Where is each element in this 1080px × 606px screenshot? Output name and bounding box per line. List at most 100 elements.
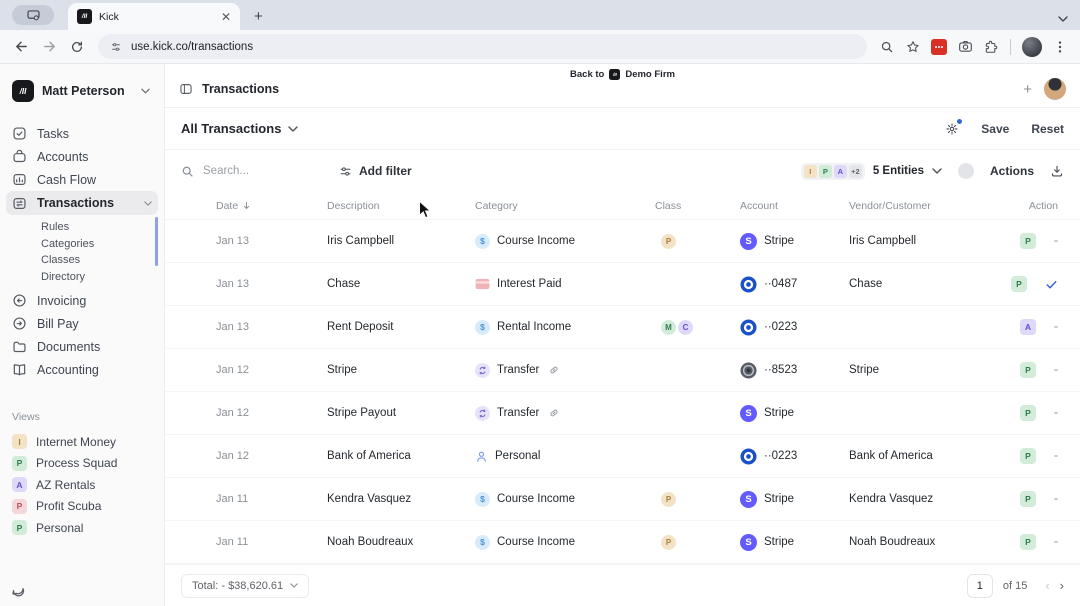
zoom-icon[interactable] [875,35,899,59]
settings-gear-button[interactable] [945,122,959,136]
sidebar-toggle-icon[interactable] [179,82,193,96]
forward-button[interactable] [36,34,62,60]
column-header-account[interactable]: Account [740,200,849,212]
page-number-input[interactable]: 1 [967,574,993,598]
table-row[interactable]: Jan 13 Iris Campbell $ Course Income P S… [165,220,1080,263]
cell-category[interactable]: $ Course Income [475,234,655,249]
table-row[interactable]: Jan 12 Bank of America Personal ··0223 B… [165,435,1080,478]
transactions-view-selector[interactable]: All Transactions [181,121,298,136]
action-entity-badge[interactable]: A [1020,319,1036,335]
cell-vendor[interactable]: Stripe [849,364,978,376]
column-header-class[interactable]: Class [655,200,740,212]
cell-description[interactable]: Bank of America [327,450,475,462]
table-row[interactable]: Jan 11 Kendra Vasquez $ Course Income P … [165,478,1080,521]
cell-description[interactable]: Chase [327,278,475,290]
sidebar-subitem-classes[interactable]: Classes [0,252,164,269]
sidebar-item-invoicing[interactable]: Invoicing [0,289,164,312]
cell-vendor[interactable]: Iris Campbell [849,235,978,247]
sidebar-subitem-rules[interactable]: Rules [0,219,164,236]
save-button[interactable]: Save [981,122,1009,136]
download-export-icon[interactable] [1050,164,1064,178]
bookmark-star-icon[interactable] [901,35,925,59]
cell-description[interactable]: Stripe [327,364,475,376]
assignee-placeholder-circle[interactable] [958,163,974,179]
cell-class[interactable]: P [655,535,740,550]
previous-page-button[interactable]: ‹ [1045,579,1049,592]
reload-button[interactable] [64,34,90,60]
url-bar[interactable]: use.kick.co/transactions [98,34,867,59]
sidebar-view-personal[interactable]: P Personal [0,517,164,539]
browser-profile-avatar[interactable] [1022,37,1042,57]
cell-description[interactable]: Stripe Payout [327,407,475,419]
table-row[interactable]: Jan 13 Rent Deposit $ Rental Income M C … [165,306,1080,349]
table-row[interactable]: Jan 13 Chase Interest Paid ··0487 Chase … [165,263,1080,306]
table-row[interactable]: Jan 11 Noah Boudreaux $ Course Income P … [165,521,1080,564]
action-entity-badge[interactable]: P [1020,448,1036,464]
action-entity-badge[interactable]: P [1020,534,1036,550]
sidebar-view-profit-scuba[interactable]: P Profit Scuba [0,496,164,518]
search-box[interactable] [181,164,311,178]
action-entity-badge[interactable]: P [1020,405,1036,421]
next-page-button[interactable]: › [1060,579,1064,592]
sidebar-scrollbar-thumb[interactable] [155,217,158,266]
column-header-description[interactable]: Description [327,200,475,212]
cell-vendor[interactable]: Noah Boudreaux [849,536,978,548]
sidebar-view-az-rentals[interactable]: A AZ Rentals [0,474,164,496]
cell-description[interactable]: Rent Deposit [327,321,475,333]
cell-description[interactable]: Noah Boudreaux [327,536,475,548]
cell-category[interactable]: $ Course Income [475,535,655,550]
cell-description[interactable]: Iris Campbell [327,235,475,247]
browser-menu-kebab-icon[interactable] [1048,35,1072,59]
sidebar-item-tasks[interactable]: Tasks [0,122,164,145]
extensions-puzzle-icon[interactable] [979,35,1003,59]
cell-category[interactable]: Interest Paid [475,278,655,290]
cell-category[interactable]: Personal [475,450,655,463]
action-entity-badge[interactable]: P [1020,233,1036,249]
sidebar-item-documents[interactable]: Documents [0,335,164,358]
column-header-vendor[interactable]: Vendor/Customer [849,200,978,212]
column-header-date[interactable]: Date [216,200,327,212]
cell-vendor[interactable]: Kendra Vasquez [849,493,978,505]
sidebar-view-process-squad[interactable]: P Process Squad [0,453,164,475]
cell-class[interactable]: M C [655,320,740,335]
cell-vendor[interactable]: Bank of America [849,450,978,462]
actions-button[interactable]: Actions [990,164,1034,178]
sidebar-item-accounts[interactable]: Accounts [0,145,164,168]
cell-category[interactable]: Transfer [475,363,655,378]
cell-account[interactable]: ··8523 [740,362,849,379]
search-input[interactable] [201,164,296,178]
back-button[interactable] [8,34,34,60]
cell-category[interactable]: Transfer [475,406,655,421]
camera-icon[interactable] [953,35,977,59]
sidebar-item-cash-flow[interactable]: Cash Flow [0,168,164,191]
reset-button[interactable]: Reset [1031,122,1064,136]
column-header-action[interactable]: Action [978,200,1058,212]
add-button[interactable]: + [1023,82,1032,97]
tab-close-icon[interactable]: ✕ [221,11,231,23]
browser-tab-active[interactable]: /II Kick ✕ [68,3,240,30]
sidebar-item-bill-pay[interactable]: Bill Pay [0,312,164,335]
cell-account[interactable]: ··0223 [740,319,849,336]
user-avatar[interactable] [1044,78,1066,100]
action-entity-badge[interactable]: P [1020,491,1036,507]
cell-category[interactable]: $ Course Income [475,492,655,507]
sidebar-item-accounting[interactable]: Accounting [0,358,164,381]
new-tab-button[interactable]: + [254,9,263,24]
total-summary-button[interactable]: Total: - $38,620.61 [181,574,309,598]
cell-class[interactable]: P [655,234,740,249]
cell-vendor[interactable]: Chase [849,278,978,290]
sidebar-subitem-directory[interactable]: Directory [0,269,164,286]
extension-badge-icon[interactable] [927,35,951,59]
workspace-switcher[interactable]: /II Matt Peterson [0,76,164,106]
cell-class[interactable]: P [655,492,740,507]
cell-category[interactable]: $ Rental Income [475,320,655,335]
entities-selector[interactable]: I P A +2 5 Entities [801,163,942,180]
cell-account[interactable]: S Stripe [740,233,849,250]
sidebar-subitem-categories[interactable]: Categories [0,236,164,253]
action-entity-badge[interactable]: P [1011,276,1027,292]
cell-account[interactable]: ··0223 [740,448,849,465]
add-filter-button[interactable]: Add filter [339,164,412,178]
row-approved-check-icon[interactable] [1045,278,1058,291]
table-row[interactable]: Jan 12 Stripe Payout Transfer S Stripe P [165,392,1080,435]
tab-list-chevron-icon[interactable] [1058,16,1068,22]
